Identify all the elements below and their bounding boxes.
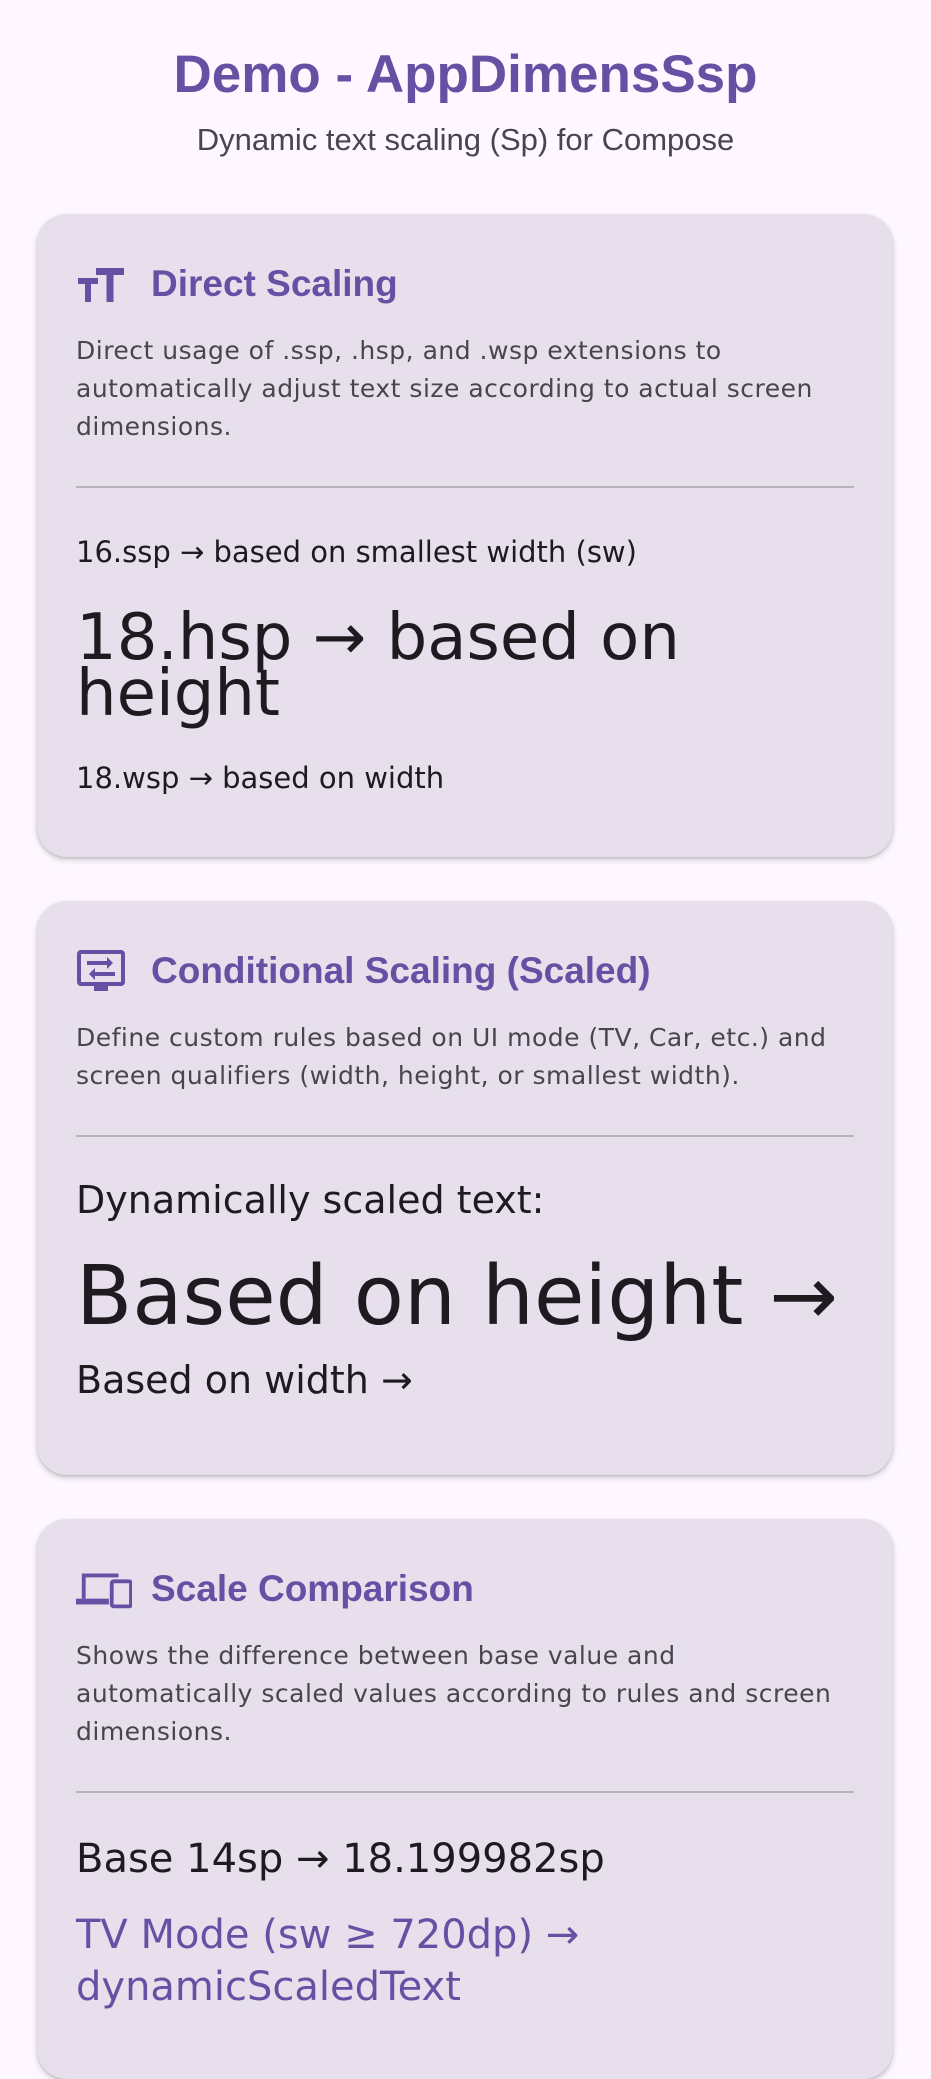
base-comparison-text: Base 14sp → 18.199982sp (76, 1836, 605, 1882)
scale-comparison-card: Scale Comparison Shows the difference be… (37, 1519, 893, 2079)
settings-input-component-icon (76, 949, 132, 993)
card-description: Shows the difference between base value … (76, 1641, 832, 1746)
width-scaled-text: Based on width → (76, 1358, 413, 1402)
conditional-scaling-card: Conditional Scaling (Scaled) Define cust… (37, 901, 893, 1475)
dynamic-scaled-label: Dynamically scaled text: (76, 1178, 545, 1222)
tv-mode-value-text: dynamicScaledText (76, 1964, 461, 2010)
page-header: Demo - AppDimensSsp Dynamic text scaling… (0, 0, 931, 160)
wsp-example-text: 18.wsp → based on width (76, 761, 445, 795)
divider (76, 1135, 854, 1137)
tv-mode-text: TV Mode (sw ≥ 720dp) → (76, 1912, 580, 1958)
card-header: Scale Comparison (76, 1559, 854, 1619)
card-title: Scale Comparison (151, 1568, 474, 1609)
card-description: Direct usage of .ssp, .hsp, and .wsp ext… (76, 336, 813, 441)
ssp-example-text: 16.ssp → based on smallest width (sw) (76, 535, 637, 569)
devices-icon (76, 1567, 132, 1611)
card-title: Direct Scaling (151, 263, 398, 304)
text-fields-icon (76, 262, 132, 306)
height-scaled-text: Based on height → (76, 1249, 839, 1344)
hsp-example-text: 18.hsp → based on height (76, 601, 680, 731)
card-title: Conditional Scaling (Scaled) (151, 950, 651, 991)
page-title: Demo - AppDimensSsp (173, 45, 758, 104)
divider (76, 1791, 854, 1793)
direct-scaling-card: Direct Scaling Direct usage of .ssp, .hs… (37, 214, 893, 857)
card-description: Define custom rules based on UI mode (TV… (76, 1023, 827, 1090)
card-header: Conditional Scaling (Scaled) (76, 941, 854, 1001)
divider (76, 486, 854, 488)
page-subtitle: Dynamic text scaling (Sp) for Compose (196, 122, 735, 157)
card-header: Direct Scaling (76, 254, 854, 314)
